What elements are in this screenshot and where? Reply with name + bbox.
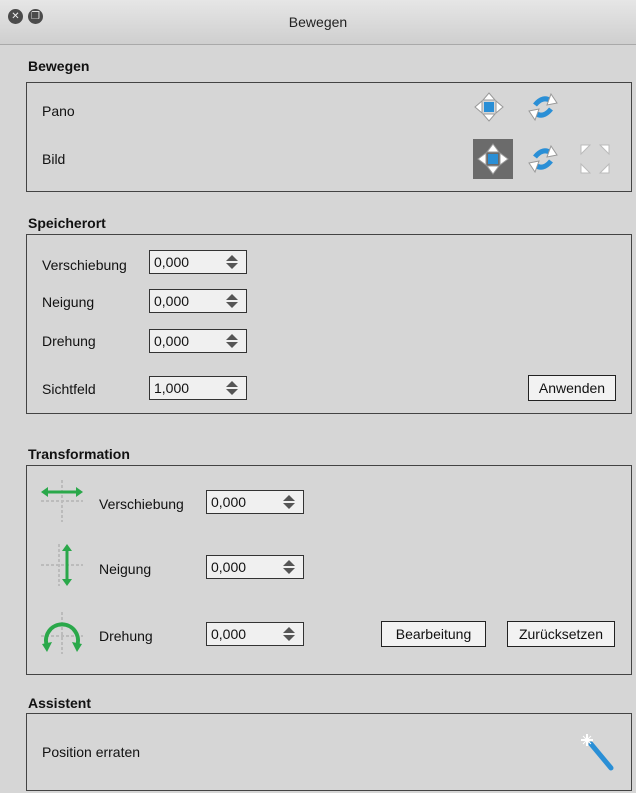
field-value: 0,000 (211, 494, 247, 510)
apply-button[interactable]: Anwenden (528, 375, 616, 401)
stepper-arrows-icon[interactable] (226, 381, 238, 395)
speicherort-drehung-field[interactable]: 0,000 (149, 329, 247, 353)
reset-button[interactable]: Zurücksetzen (507, 621, 615, 647)
tilt-vertical-icon (41, 544, 83, 586)
stepper-arrows-icon[interactable] (283, 560, 295, 574)
transformation-panel: Verschiebung 0,000 Neigung 0,000 Drehung… (26, 465, 632, 675)
magic-wand-icon[interactable] (581, 732, 615, 772)
stepper-arrows-icon[interactable] (226, 334, 238, 348)
section-title-transformation: Transformation (28, 446, 130, 462)
stepper-arrows-icon[interactable] (283, 627, 295, 641)
field-value: 0,000 (211, 559, 247, 575)
bild-scale-icon[interactable] (579, 143, 611, 175)
rotate-icon (41, 612, 83, 654)
stepper-arrows-icon[interactable] (283, 495, 295, 509)
field-value: 1,000 (154, 380, 190, 396)
bild-rotate-icon[interactable] (527, 143, 559, 175)
bewegen-panel: Pano Bild (26, 82, 632, 192)
speicherort-verschiebung-label: Verschiebung (42, 257, 127, 273)
translate-horizontal-icon (41, 480, 83, 522)
section-title-assistent: Assistent (28, 695, 92, 711)
bild-move-icon (477, 143, 509, 175)
field-value: 0,000 (211, 626, 247, 642)
transformation-neigung-label: Neigung (99, 561, 152, 577)
transformation-neigung-field[interactable]: 0,000 (206, 555, 304, 579)
transformation-verschiebung-field[interactable]: 0,000 (206, 490, 304, 514)
pano-rotate-icon[interactable] (527, 91, 559, 123)
guess-position-label: Position erraten (42, 744, 141, 760)
edit-button[interactable]: Bearbeitung (381, 621, 486, 647)
transformation-drehung-field[interactable]: 0,000 (206, 622, 304, 646)
transformation-verschiebung-label: Verschiebung (99, 496, 184, 512)
stepper-arrows-icon[interactable] (226, 255, 238, 269)
section-title-bewegen: Bewegen (28, 58, 90, 74)
speicherort-panel: Verschiebung 0,000 Neigung 0,000 Drehung… (26, 234, 632, 414)
window-title: Bewegen (288, 14, 348, 30)
field-value: 0,000 (154, 254, 190, 270)
window-titlebar: ✕ ❐ Bewegen (0, 0, 636, 45)
bild-move-selected[interactable] (473, 139, 513, 179)
field-value: 0,000 (154, 293, 190, 309)
speicherort-neigung-field[interactable]: 0,000 (149, 289, 247, 313)
speicherort-verschiebung-field[interactable]: 0,000 (149, 250, 247, 274)
field-value: 0,000 (154, 333, 190, 349)
section-title-speicherort: Speicherort (28, 215, 106, 231)
bild-label: Bild (42, 151, 66, 167)
stepper-arrows-icon[interactable] (226, 294, 238, 308)
pano-move-icon[interactable] (473, 91, 505, 123)
transformation-drehung-label: Drehung (99, 628, 153, 644)
speicherort-neigung-label: Neigung (42, 294, 95, 310)
speicherort-sichtfeld-field[interactable]: 1,000 (149, 376, 247, 400)
assistent-panel: Position erraten (26, 713, 632, 791)
speicherort-drehung-label: Drehung (42, 333, 96, 349)
speicherort-sichtfeld-label: Sichtfeld (42, 381, 96, 397)
pano-label: Pano (42, 103, 75, 119)
